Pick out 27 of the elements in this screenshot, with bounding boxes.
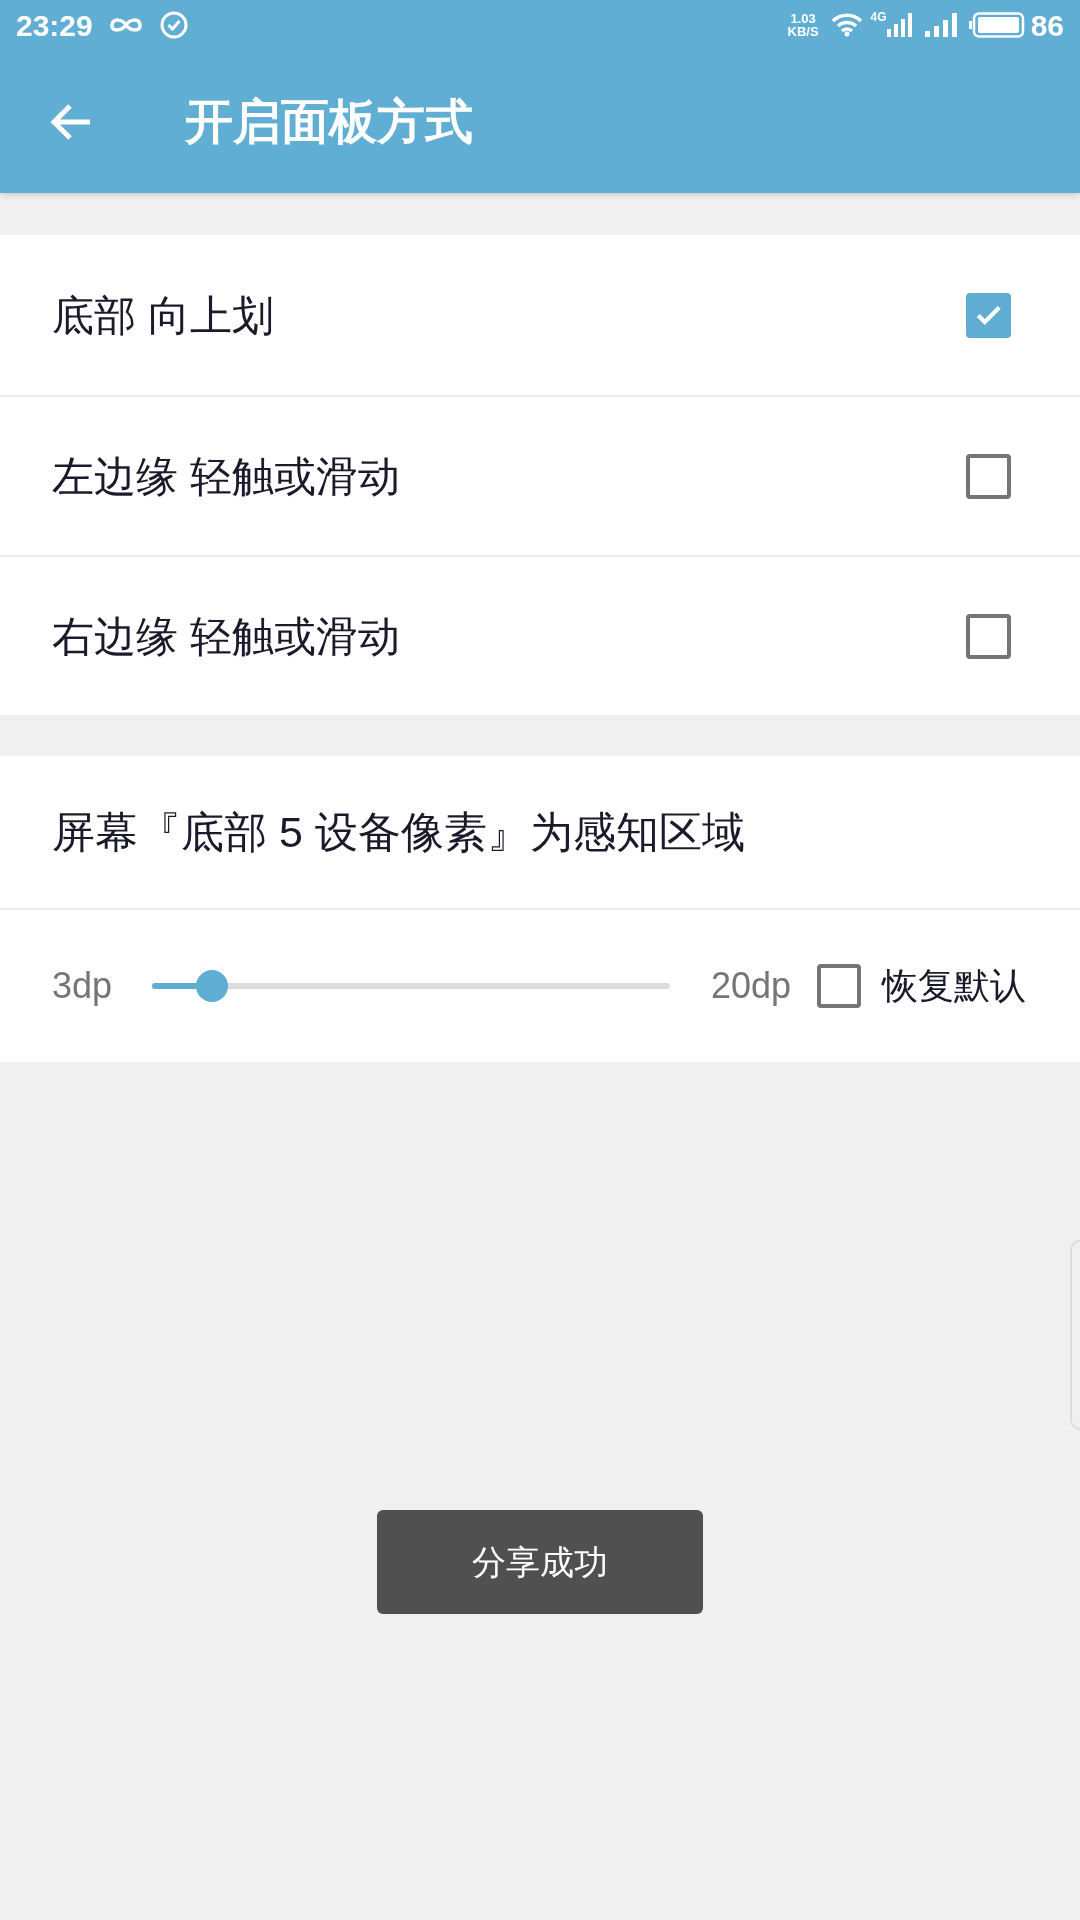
page-title: 开启面板方式: [185, 93, 473, 150]
max-label: 20dp: [711, 964, 792, 1008]
section-title: 屏幕『底部 5 设备像素』为感知区域: [52, 806, 745, 858]
option-label: 底部 向上划: [52, 290, 274, 341]
slider[interactable]: [152, 970, 670, 1002]
battery-level: 86: [1030, 7, 1064, 44]
signal-icon: [886, 13, 913, 37]
toast-message: 分享成功: [472, 1541, 608, 1583]
checkbox[interactable]: [966, 613, 1011, 659]
back-arrow-icon: [50, 102, 92, 141]
checkbox[interactable]: [817, 964, 862, 1008]
battery-icon: [968, 12, 1025, 38]
status-time: 23:29: [16, 7, 93, 44]
check-circle-icon: [158, 10, 189, 40]
slider-thumb[interactable]: [196, 970, 229, 1002]
network-type: 4G: [870, 9, 887, 26]
option-label: 右边缘 轻触或滑动: [52, 611, 400, 662]
reset-label: 恢复默认: [882, 964, 1027, 1008]
option-label: 左边缘 轻触或滑动: [52, 451, 400, 502]
wifi-icon: [830, 13, 863, 37]
checkbox[interactable]: [966, 292, 1011, 338]
network-speed: 1.03 KB/S: [787, 12, 819, 38]
option-row[interactable]: 右边缘 轻触或滑动: [0, 555, 1080, 715]
option-row[interactable]: 底部 向上划: [0, 235, 1080, 395]
checkbox[interactable]: [966, 453, 1011, 499]
option-row[interactable]: 左边缘 轻触或滑动: [0, 395, 1080, 555]
min-label: 3dp: [52, 964, 114, 1008]
